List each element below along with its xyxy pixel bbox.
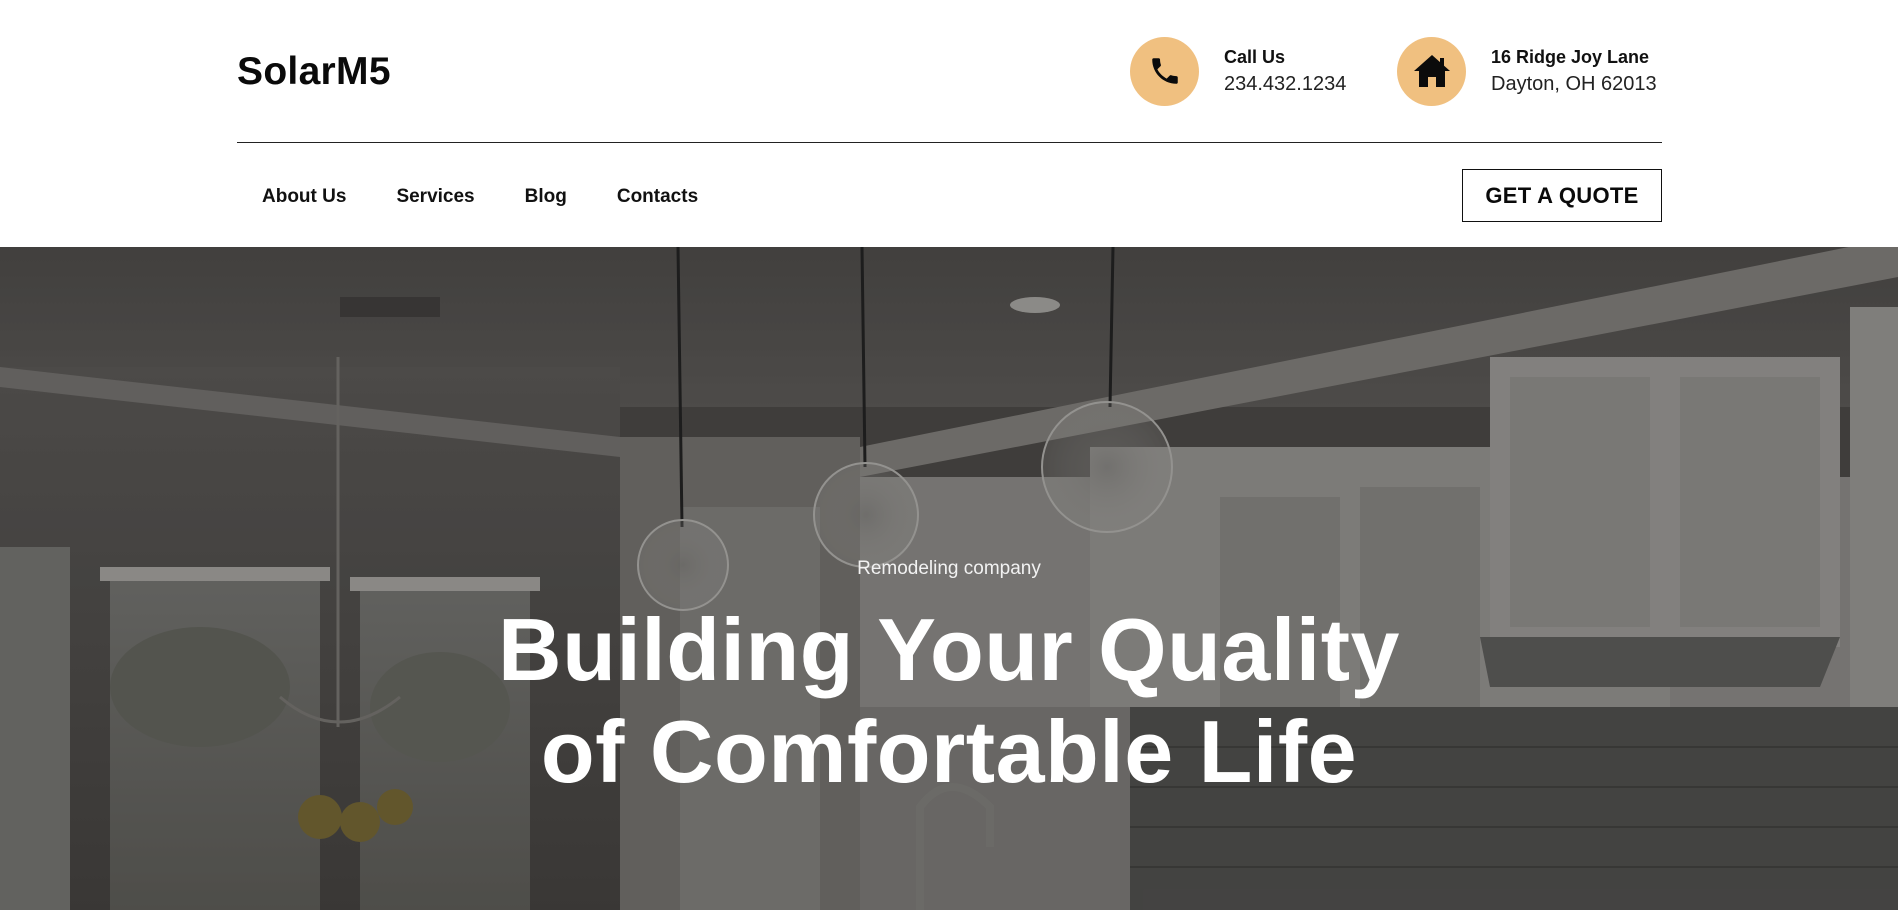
main-nav: About Us Services Blog Contacts — [237, 170, 723, 224]
get-a-quote-button[interactable]: GET A QUOTE — [1462, 169, 1662, 222]
site-logo[interactable]: SolarM5 — [237, 48, 391, 96]
header-divider — [237, 142, 1662, 143]
contact-address: 16 Ridge Joy Lane Dayton, OH 62013 — [1397, 36, 1657, 106]
hero-title: Building Your Quality of Comfortable Lif… — [0, 599, 1898, 803]
phone-number[interactable]: 234.432.1234 — [1224, 70, 1346, 98]
contact-call[interactable]: Call Us 234.432.1234 — [1130, 36, 1346, 106]
nav-item-blog[interactable]: Blog — [500, 170, 592, 224]
hero-section: Remodeling company Building Your Quality… — [0, 247, 1898, 910]
nav-item-contacts[interactable]: Contacts — [592, 170, 723, 224]
site-header: SolarM5 Call Us 234.432.1234 16 Ridge Jo… — [0, 0, 1898, 247]
address-line2: Dayton, OH 62013 — [1491, 73, 1657, 95]
nav-item-services[interactable]: Services — [371, 170, 499, 224]
address-line1: 16 Ridge Joy Lane — [1491, 47, 1650, 67]
nav-item-about-us[interactable]: About Us — [237, 170, 371, 224]
hero-kicker: Remodeling company — [857, 558, 1041, 579]
phone-icon — [1130, 36, 1199, 106]
hero-title-line-2: of Comfortable Life — [540, 702, 1358, 801]
call-title: Call Us — [1224, 47, 1286, 67]
home-icon — [1397, 36, 1466, 106]
hero-title-line-1: Building Your Quality — [498, 600, 1400, 699]
